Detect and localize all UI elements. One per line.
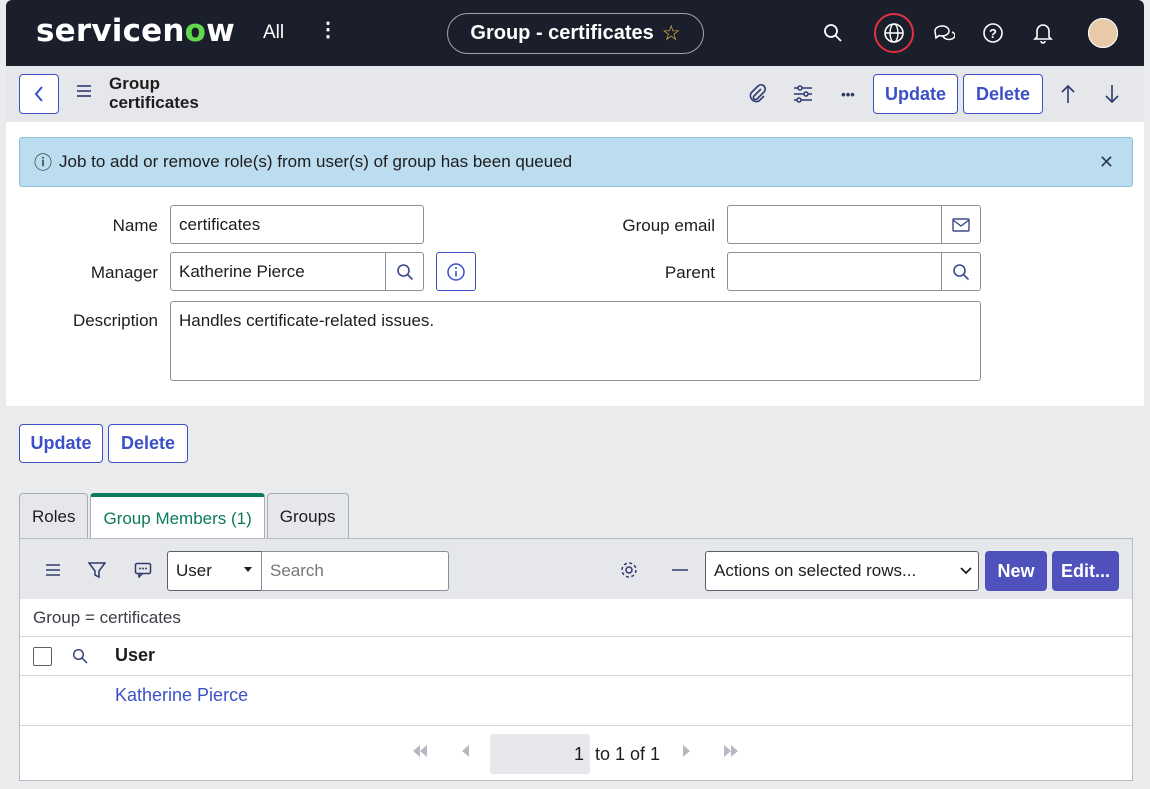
logo-text-o: o	[184, 13, 207, 49]
description-field[interactable]: Handles certificate-related issues.	[170, 301, 981, 381]
back-button[interactable]	[19, 74, 59, 114]
next-record-icon[interactable]	[1100, 82, 1124, 106]
parent-label: Parent	[664, 263, 715, 282]
group-members-list: User Actions on selected rows... New Edi…	[19, 538, 1133, 781]
caret-down-icon	[244, 567, 252, 572]
list-toolbar: User Actions on selected rows... New Edi…	[20, 539, 1132, 599]
column-search-icon[interactable]	[72, 648, 88, 669]
record-title-pill[interactable]: Group - certificates ☆	[447, 13, 704, 54]
email-envelope-icon[interactable]	[941, 205, 981, 244]
personalize-form-icon[interactable]	[791, 82, 815, 106]
filter-breadcrumb[interactable]: Group = certificates	[33, 608, 181, 628]
collapse-minus-icon[interactable]	[668, 559, 692, 581]
list-menu-icon[interactable]	[41, 559, 65, 581]
svg-text:?: ?	[989, 26, 997, 41]
previous-record-icon[interactable]	[1056, 82, 1080, 106]
more-options-icon[interactable]: •••	[836, 82, 860, 106]
form-header: Group certificates ••• Update Delete	[6, 66, 1144, 122]
presence-status-icon	[1088, 18, 1118, 48]
name-label: Name	[112, 216, 158, 235]
last-page-icon[interactable]	[723, 744, 739, 760]
paperclip-icon[interactable]	[745, 82, 769, 106]
filter-icon[interactable]	[85, 559, 109, 581]
more-menu-icon[interactable]: ⋮	[318, 20, 338, 40]
bell-icon[interactable]	[1027, 17, 1059, 49]
tab-groups[interactable]: Groups	[266, 493, 349, 539]
group-email-field[interactable]	[727, 205, 943, 244]
update-button[interactable]: Update	[873, 74, 958, 114]
edit-button[interactable]: Edit...	[1052, 551, 1119, 591]
page-number-input[interactable]: 1	[490, 734, 590, 774]
tab-roles[interactable]: Roles	[19, 493, 89, 539]
bottom-delete-button[interactable]: Delete	[108, 424, 188, 463]
logo-text-end: w	[206, 13, 236, 49]
select-all-checkbox[interactable]	[33, 647, 52, 666]
description-label: Description	[72, 311, 158, 330]
manager-info-icon[interactable]	[436, 252, 476, 291]
divider	[20, 636, 1132, 637]
user-link[interactable]: Katherine Pierce	[115, 685, 248, 706]
all-menu[interactable]: All	[263, 22, 284, 44]
new-button[interactable]: New	[985, 551, 1047, 591]
form-body: ⓘ Job to add or remove role(s) from user…	[6, 122, 1144, 406]
info-icon: ⓘ	[34, 153, 52, 173]
favorite-star-icon[interactable]: ☆	[662, 21, 681, 46]
search-field-value: User	[176, 561, 212, 580]
info-alert: ⓘ Job to add or remove role(s) from user…	[19, 137, 1133, 187]
chat-icon[interactable]	[928, 17, 960, 49]
form-title: Group certificates	[109, 74, 199, 112]
context-menu-icon[interactable]	[76, 84, 92, 103]
logo-text: servicen	[36, 13, 185, 49]
previous-page-icon[interactable]	[461, 744, 470, 760]
top-nav: servicenow All ⋮ Group - certificates ☆ …	[6, 0, 1144, 66]
help-icon[interactable]: ?	[977, 17, 1009, 49]
delete-button[interactable]: Delete	[963, 74, 1043, 114]
search-field-select[interactable]: User	[167, 551, 262, 591]
tab-group-members[interactable]: Group Members (1)	[90, 493, 265, 540]
parent-lookup-search-icon[interactable]	[941, 252, 981, 291]
first-page-icon[interactable]	[412, 744, 428, 760]
record-title: Group - certificates	[470, 22, 654, 44]
manager-lookup-search-icon[interactable]	[385, 252, 424, 291]
manager-field[interactable]: Katherine Pierce	[170, 252, 386, 291]
next-page-icon[interactable]	[682, 744, 691, 760]
chevron-down-icon	[960, 567, 972, 575]
actions-select[interactable]: Actions on selected rows...	[705, 551, 979, 591]
related-list-tabs: Roles Group Members (1) Groups	[19, 493, 349, 540]
group-email-label: Group email	[622, 216, 715, 235]
close-icon[interactable]: ✕	[1099, 152, 1114, 173]
comment-icon[interactable]	[131, 559, 155, 581]
globe-icon[interactable]	[874, 13, 914, 53]
alert-message: Job to add or remove role(s) from user(s…	[59, 152, 573, 171]
servicenow-logo[interactable]: servicenow	[36, 13, 235, 49]
manager-label: Manager	[90, 263, 158, 282]
search-input[interactable]	[261, 551, 449, 591]
parent-field[interactable]	[727, 252, 943, 291]
search-icon[interactable]	[817, 17, 849, 49]
gear-icon[interactable]	[617, 559, 641, 581]
pagination: 1 to 1 of 1	[20, 726, 1132, 781]
actions-select-value: Actions on selected rows...	[714, 561, 917, 580]
bottom-update-button[interactable]: Update	[19, 424, 103, 463]
column-header-user[interactable]: User	[115, 645, 155, 666]
divider	[20, 675, 1132, 676]
page-summary: to 1 of 1	[595, 744, 661, 764]
name-field[interactable]: certificates	[170, 205, 424, 244]
